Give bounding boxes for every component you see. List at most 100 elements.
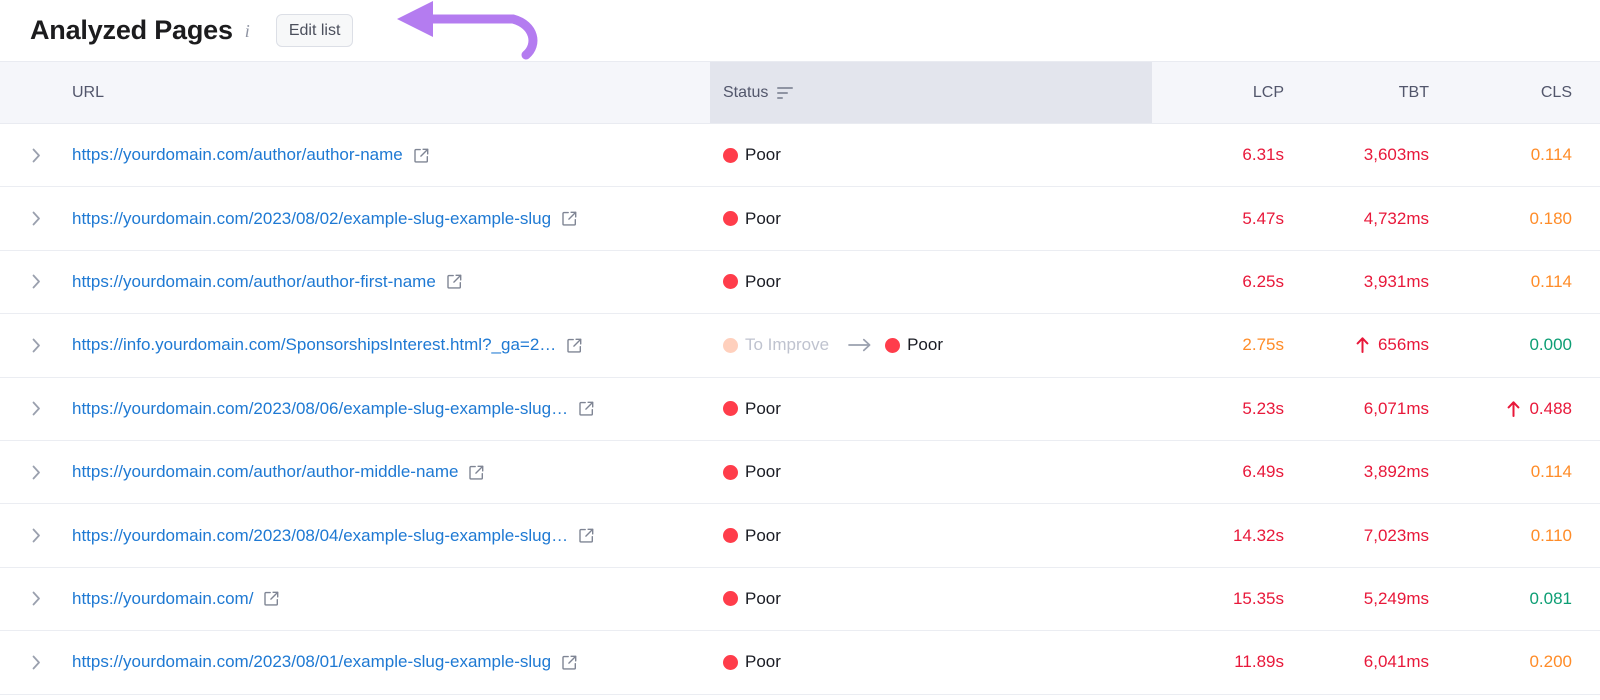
status-cell: Poor bbox=[710, 652, 1152, 672]
table-row[interactable]: https://yourdomain.com/2023/08/02/exampl… bbox=[0, 187, 1600, 250]
status-wrapper: Poor bbox=[723, 526, 781, 546]
column-header-status[interactable]: Status bbox=[710, 62, 1152, 123]
url-cell: https://yourdomain.com/2023/08/02/exampl… bbox=[0, 209, 710, 229]
url-cell: https://yourdomain.com/2023/08/04/exampl… bbox=[0, 526, 710, 546]
table-row[interactable]: https://yourdomain.com/author/author-fir… bbox=[0, 251, 1600, 314]
tbt-value-wrapper: 4,732ms bbox=[1364, 209, 1429, 229]
table-row[interactable]: https://yourdomain.com/Poor15.35s5,249ms… bbox=[0, 568, 1600, 631]
table-row[interactable]: https://yourdomain.com/author/author-nam… bbox=[0, 124, 1600, 187]
lcp-value-wrapper: 11.89s bbox=[1234, 652, 1284, 672]
table-row[interactable]: https://info.yourdomain.com/Sponsorships… bbox=[0, 314, 1600, 377]
tbt-cell: 3,603ms bbox=[1302, 145, 1452, 165]
lcp-value: 14.32s bbox=[1233, 526, 1284, 546]
page-url-link[interactable]: https://yourdomain.com/author/author-nam… bbox=[72, 145, 403, 165]
status-cell: Poor bbox=[710, 145, 1152, 165]
lcp-value-wrapper: 2.75s bbox=[1242, 335, 1284, 355]
cls-value-wrapper: 0.488 bbox=[1507, 399, 1572, 419]
tbt-value: 656ms bbox=[1378, 335, 1429, 355]
tbt-value: 3,603ms bbox=[1364, 145, 1429, 165]
column-header-tbt-label: TBT bbox=[1399, 84, 1429, 102]
column-header-lcp-label: LCP bbox=[1253, 84, 1284, 102]
cls-cell: 0.000 bbox=[1452, 335, 1600, 355]
table-row[interactable]: https://yourdomain.com/author/author-mid… bbox=[0, 441, 1600, 504]
expand-row-chevron-right-icon[interactable] bbox=[0, 589, 72, 609]
page-url-link[interactable]: https://yourdomain.com/2023/08/01/exampl… bbox=[72, 652, 551, 672]
lcp-value: 6.25s bbox=[1242, 272, 1284, 292]
page-url-link[interactable]: https://yourdomain.com/2023/08/02/exampl… bbox=[72, 209, 551, 229]
status-dot-poor bbox=[723, 528, 738, 543]
status-badge: Poor bbox=[745, 589, 781, 609]
cls-value-wrapper: 0.114 bbox=[1531, 145, 1572, 165]
open-external-link-icon[interactable] bbox=[562, 211, 577, 226]
status-cell: To ImprovePoor bbox=[710, 335, 1152, 355]
status-dot-poor bbox=[723, 274, 738, 289]
lcp-value-wrapper: 14.32s bbox=[1233, 526, 1284, 546]
status-badge: To Improve bbox=[745, 335, 829, 355]
url-cell: https://yourdomain.com/author/author-fir… bbox=[0, 272, 710, 292]
page-url-link[interactable]: https://yourdomain.com/2023/08/04/exampl… bbox=[72, 526, 568, 546]
tbt-cell: 3,892ms bbox=[1302, 462, 1452, 482]
page-url-link[interactable]: https://yourdomain.com/author/author-mid… bbox=[72, 462, 458, 482]
trend-up-arrow-icon bbox=[1356, 337, 1369, 353]
page-url-link[interactable]: https://info.yourdomain.com/Sponsorships… bbox=[72, 335, 556, 355]
page-url-link[interactable]: https://yourdomain.com/2023/08/06/exampl… bbox=[72, 399, 568, 419]
lcp-value: 5.47s bbox=[1242, 209, 1284, 229]
column-header-url[interactable]: URL bbox=[0, 62, 710, 123]
url-cell: https://yourdomain.com/ bbox=[0, 589, 710, 609]
edit-list-button[interactable]: Edit list bbox=[276, 14, 354, 47]
expand-row-chevron-right-icon[interactable] bbox=[0, 272, 72, 292]
status-cell: Poor bbox=[710, 209, 1152, 229]
expand-row-chevron-right-icon[interactable] bbox=[0, 209, 72, 229]
open-external-link-icon[interactable] bbox=[414, 148, 429, 163]
status-cell: Poor bbox=[710, 399, 1152, 419]
expand-row-chevron-right-icon[interactable] bbox=[0, 145, 72, 165]
status-badge: Poor bbox=[745, 652, 781, 672]
open-external-link-icon[interactable] bbox=[579, 401, 594, 416]
table-row[interactable]: https://yourdomain.com/2023/08/04/exampl… bbox=[0, 504, 1600, 567]
column-header-status-label: Status bbox=[723, 84, 768, 102]
open-external-link-icon[interactable] bbox=[579, 528, 594, 543]
info-icon[interactable]: i bbox=[245, 22, 250, 40]
page-url-link[interactable]: https://yourdomain.com/ bbox=[72, 589, 253, 609]
status-wrapper: Poor bbox=[723, 145, 781, 165]
tbt-cell: 4,732ms bbox=[1302, 209, 1452, 229]
cls-value-wrapper: 0.114 bbox=[1531, 462, 1572, 482]
expand-row-chevron-right-icon[interactable] bbox=[0, 462, 72, 482]
status-cell: Poor bbox=[710, 526, 1152, 546]
lcp-value-wrapper: 5.47s bbox=[1242, 209, 1284, 229]
open-external-link-icon[interactable] bbox=[469, 465, 484, 480]
status-dot-poor bbox=[723, 655, 738, 670]
open-external-link-icon[interactable] bbox=[447, 274, 462, 289]
expand-row-chevron-right-icon[interactable] bbox=[0, 335, 72, 355]
page-url-link[interactable]: https://yourdomain.com/author/author-fir… bbox=[72, 272, 436, 292]
status-dot-poor bbox=[723, 465, 738, 480]
sort-descending-icon[interactable] bbox=[777, 87, 793, 99]
status-badge: Poor bbox=[745, 145, 781, 165]
lcp-value-wrapper: 5.23s bbox=[1242, 399, 1284, 419]
expand-row-chevron-right-icon[interactable] bbox=[0, 526, 72, 546]
open-external-link-icon[interactable] bbox=[567, 338, 582, 353]
expand-row-chevron-right-icon[interactable] bbox=[0, 652, 72, 672]
table-header-row: URL Status LCP TBT CLS bbox=[0, 62, 1600, 124]
status-badge: Poor bbox=[745, 399, 781, 419]
open-external-link-icon[interactable] bbox=[562, 655, 577, 670]
open-external-link-icon[interactable] bbox=[264, 591, 279, 606]
tbt-cell: 7,023ms bbox=[1302, 526, 1452, 546]
table-row[interactable]: https://yourdomain.com/2023/08/01/exampl… bbox=[0, 631, 1600, 694]
tbt-value: 6,041ms bbox=[1364, 652, 1429, 672]
expand-row-chevron-right-icon[interactable] bbox=[0, 399, 72, 419]
lcp-cell: 5.23s bbox=[1152, 399, 1302, 419]
tbt-value: 3,892ms bbox=[1364, 462, 1429, 482]
status-dot-poor bbox=[723, 401, 738, 416]
table-row[interactable]: https://yourdomain.com/2023/08/06/exampl… bbox=[0, 378, 1600, 441]
tbt-cell: 5,249ms bbox=[1302, 589, 1452, 609]
cls-cell: 0.081 bbox=[1452, 589, 1600, 609]
status-wrapper: Poor bbox=[723, 652, 781, 672]
cls-value: 0.180 bbox=[1529, 209, 1572, 229]
column-header-cls[interactable]: CLS bbox=[1452, 62, 1600, 123]
column-header-lcp[interactable]: LCP bbox=[1152, 62, 1302, 123]
status-dot-improve bbox=[723, 338, 738, 353]
status-wrapper: Poor bbox=[723, 589, 781, 609]
column-header-tbt[interactable]: TBT bbox=[1302, 62, 1452, 123]
tbt-cell: 6,071ms bbox=[1302, 399, 1452, 419]
